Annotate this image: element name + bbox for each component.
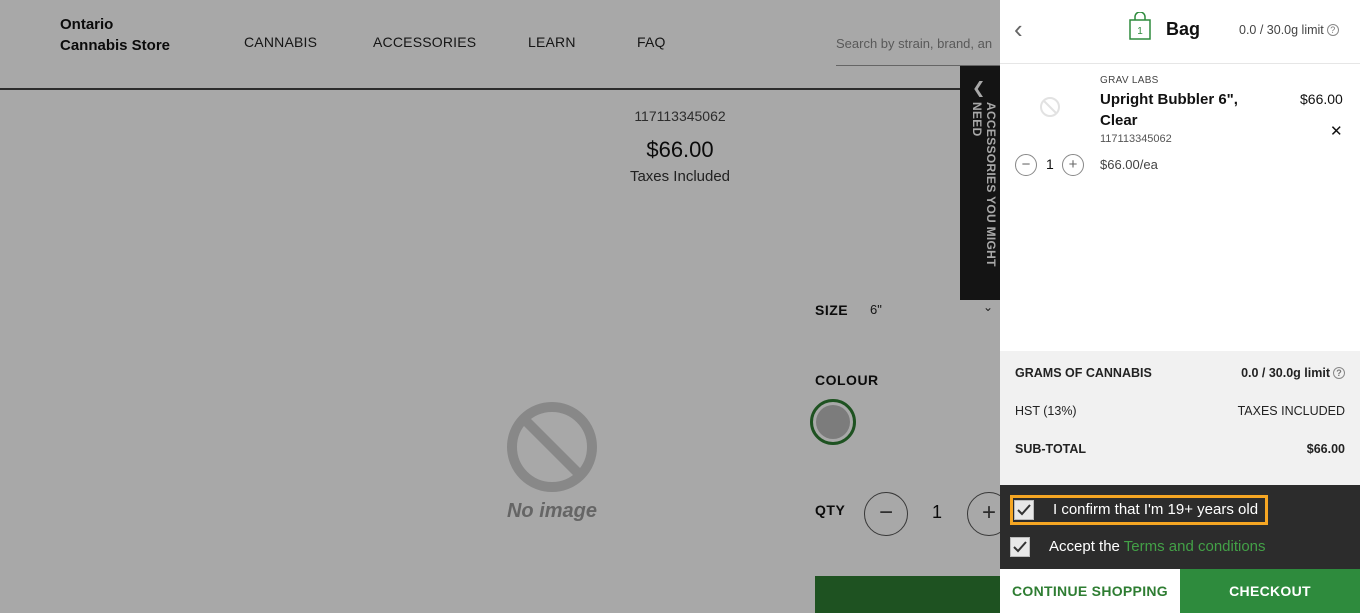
remove-item-icon[interactable]: ✕	[1330, 122, 1343, 140]
grams-row: GRAMS OF CANNABIS 0.0 / 30.0g limit?	[1015, 366, 1345, 380]
subtotal-label: SUB-TOTAL	[1015, 442, 1087, 456]
terms-prefix: Accept the	[1049, 538, 1124, 555]
grams-value-wrap: 0.0 / 30.0g limit?	[1241, 366, 1345, 380]
bag-drawer: ‹ 1 Bag 0.0 / 30.0g limit? GRAV LABS Upr…	[1000, 0, 1360, 613]
checkmark-icon	[1013, 541, 1027, 553]
terms-label: Accept the Terms and conditions	[1049, 538, 1266, 555]
item-qty-decrease-button[interactable]: −	[1015, 154, 1037, 176]
bag-icon: 1	[1129, 12, 1151, 40]
checkmark-icon	[1017, 504, 1031, 516]
no-image-icon	[1040, 97, 1060, 117]
help-icon[interactable]: ?	[1333, 367, 1345, 379]
subtotal-row: SUB-TOTAL $66.00	[1015, 442, 1345, 456]
item-brand: GRAV LABS	[1100, 75, 1159, 86]
item-qty: 1	[1046, 156, 1054, 172]
back-arrow-icon[interactable]: ‹	[1014, 16, 1023, 42]
item-sku: 117113345062	[1100, 133, 1172, 145]
bag-header: ‹ 1 Bag 0.0 / 30.0g limit?	[1000, 0, 1360, 64]
hst-row: HST (13%) TAXES INCLUDED	[1015, 404, 1345, 418]
age-confirm-label[interactable]: I confirm that I'm 19+ years old	[1053, 501, 1258, 518]
bag-limit-value: 0.0 / 30.0g limit	[1239, 23, 1324, 37]
bag-title: Bag	[1166, 19, 1201, 39]
item-unit-price: $66.00/ea	[1100, 157, 1158, 172]
bag-summary: GRAMS OF CANNABIS 0.0 / 30.0g limit? HST…	[1000, 351, 1360, 485]
bag-limit: 0.0 / 30.0g limit?	[1239, 23, 1339, 37]
item-price: $66.00	[1300, 91, 1343, 107]
confirmation-panel: I confirm that I'm 19+ years old Accept …	[1000, 485, 1360, 569]
age-confirm-checkbox[interactable]	[1014, 500, 1034, 520]
hst-value: TAXES INCLUDED	[1237, 404, 1345, 418]
continue-shopping-button[interactable]: CONTINUE SHOPPING	[1000, 569, 1180, 613]
hst-label: HST (13%)	[1015, 404, 1077, 418]
modal-overlay[interactable]	[0, 0, 1000, 613]
item-name[interactable]: Upright Bubbler 6", Clear	[1100, 89, 1260, 131]
grams-label: GRAMS OF CANNABIS	[1015, 366, 1152, 380]
checkout-button[interactable]: CHECKOUT	[1180, 569, 1360, 613]
bag-count: 1	[1137, 26, 1143, 37]
subtotal-value: $66.00	[1306, 442, 1345, 456]
help-icon[interactable]: ?	[1326, 24, 1339, 36]
terms-checkbox[interactable]	[1010, 537, 1030, 557]
terms-link[interactable]: Terms and conditions	[1124, 538, 1266, 555]
item-qty-increase-button[interactable]: +	[1062, 154, 1084, 176]
grams-value: 0.0 / 30.0g limit	[1241, 366, 1330, 380]
